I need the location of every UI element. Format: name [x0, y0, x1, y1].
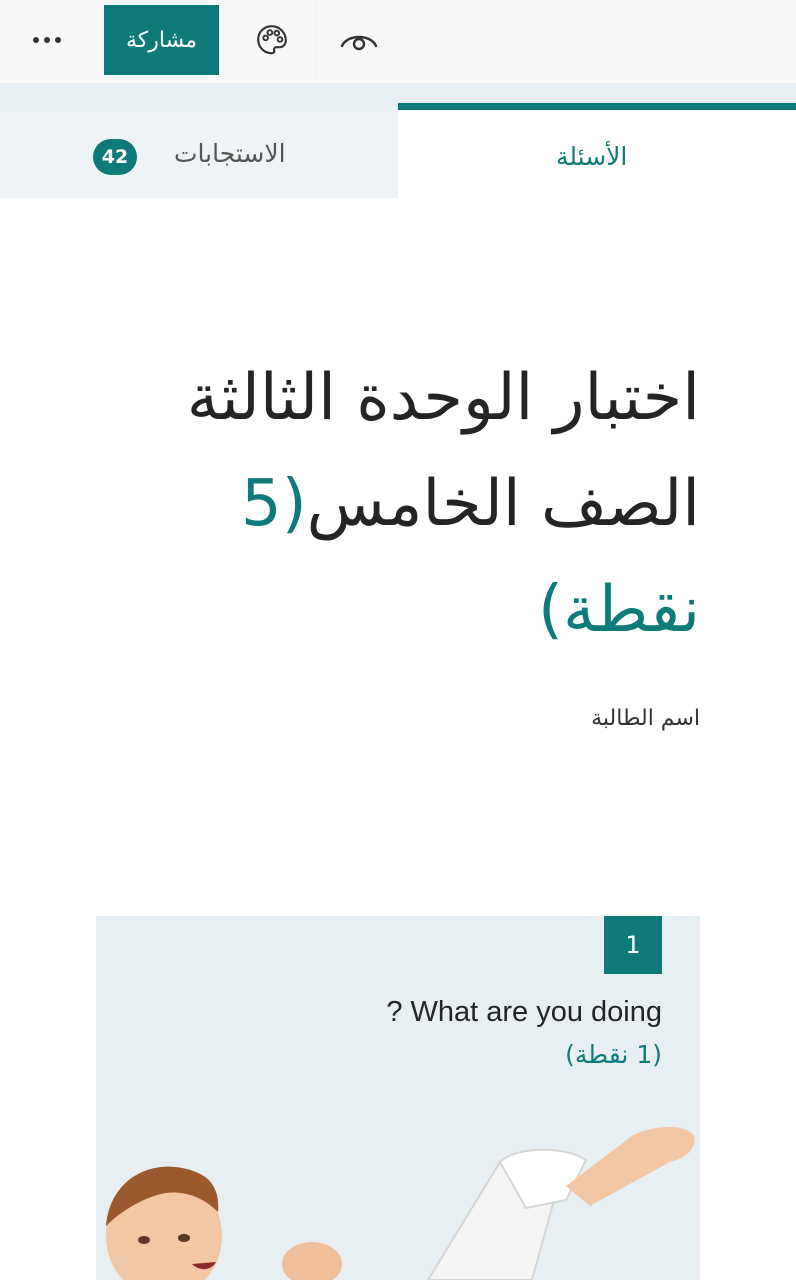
tab-questions[interactable]: الأسئلة [398, 103, 796, 198]
form-description: اسم الطالبة [591, 706, 700, 731]
more-options-button[interactable] [12, 14, 82, 66]
share-button[interactable]: مشاركة [104, 5, 219, 75]
tab-responses-label: الاستجابات [174, 139, 286, 168]
share-label: مشاركة [126, 27, 198, 53]
question-card[interactable]: 1 ? What are you doing (1 نقطة) [96, 916, 700, 1280]
question-points: (1 نقطة) [565, 1040, 662, 1069]
question-image [106, 1126, 695, 1280]
palette-icon [257, 25, 287, 55]
question-number-badge: 1 [604, 916, 662, 974]
dot-3 [55, 37, 61, 43]
eye-icon [340, 35, 377, 51]
preview-button[interactable] [316, 4, 400, 76]
question-text: ? What are you doing [386, 996, 662, 1028]
tab-questions-label: الأسئلة [556, 142, 628, 171]
tab-responses[interactable]: الاستجابات 42 [0, 112, 398, 198]
dot-2 [44, 37, 50, 43]
responses-count-badge: 42 [93, 139, 137, 175]
form-title[interactable]: اختبار الوحدة الثالثة الصف الخامس(5 نقطة… [140, 345, 700, 663]
theme-button[interactable] [238, 12, 306, 68]
dot-1 [33, 37, 39, 43]
toolbar: مشاركة [0, 0, 796, 84]
